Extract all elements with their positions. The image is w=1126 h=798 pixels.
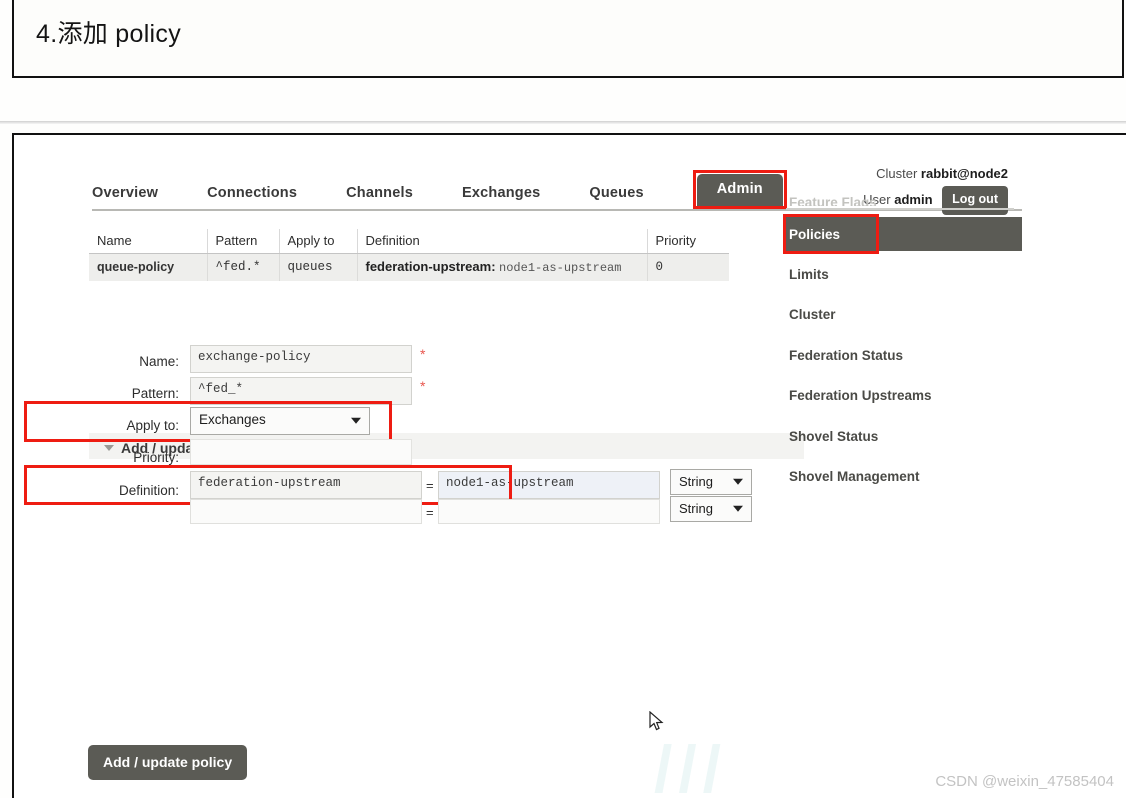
definition-type-value-1: String xyxy=(679,474,713,489)
cell-policy-name[interactable]: queue-policy xyxy=(89,253,208,281)
definition-type-select-2[interactable]: String xyxy=(670,496,752,522)
background-watermark: /// xyxy=(654,732,728,798)
col-name[interactable]: Name xyxy=(89,229,208,254)
definition-type-select-1[interactable]: String xyxy=(670,469,752,495)
user-line: User admin Log out xyxy=(863,185,1008,215)
cluster-label: Cluster xyxy=(876,166,918,181)
add-update-policy-button[interactable]: Add / update policy xyxy=(88,745,248,780)
mouse-cursor-icon xyxy=(649,711,664,731)
chevron-down-icon xyxy=(733,505,743,512)
tab-queues[interactable]: Queues xyxy=(589,179,643,209)
tab-exchanges[interactable]: Exchanges xyxy=(462,179,540,209)
apply-to-field-label: Apply to: xyxy=(126,418,179,433)
user-name: admin xyxy=(894,191,933,207)
sidebar-item-shovel-status[interactable]: Shovel Status xyxy=(789,429,878,444)
screenshot-frame: Overview Connections Channels Exchanges … xyxy=(12,133,1126,798)
cluster-line: Cluster rabbit@node2 xyxy=(863,163,1008,186)
tab-admin[interactable]: Admin xyxy=(696,174,783,206)
chevron-down-icon xyxy=(351,417,361,424)
definition-value: node1-as-upstream xyxy=(499,261,622,275)
definition-value-input-2[interactable] xyxy=(438,499,660,524)
pattern-field-label: Pattern: xyxy=(131,386,179,401)
cell-policy-pattern: ^fed.* xyxy=(207,253,280,281)
cell-policy-priority: 0 xyxy=(647,253,729,281)
chevron-down-icon xyxy=(733,478,743,485)
csdn-watermark: CSDN @weixin_47585404 xyxy=(935,773,1114,790)
cell-policy-definition: federation-upstream: node1-as-upstream xyxy=(357,253,648,281)
definition-key: federation-upstream: xyxy=(365,259,496,274)
sidebar-item-federation-upstreams[interactable]: Federation Upstreams xyxy=(789,388,932,403)
definition-field-label: Definition: xyxy=(118,483,179,498)
priority-input[interactable] xyxy=(190,439,412,465)
sidebar-item-shovel-management[interactable]: Shovel Management xyxy=(789,469,920,484)
name-input[interactable]: exchange-policy xyxy=(190,345,412,373)
name-required-star: * xyxy=(420,346,426,362)
table-row[interactable]: queue-policy ^fed.* queues federation-up… xyxy=(89,253,729,281)
priority-field-label: Priority: xyxy=(133,450,179,465)
sidebar-item-federation-status[interactable]: Federation Status xyxy=(789,348,903,363)
tab-connections[interactable]: Connections xyxy=(207,179,297,209)
tab-channels[interactable]: Channels xyxy=(346,179,413,209)
sidebar-rule xyxy=(786,208,1014,210)
policies-table: Name Pattern Apply to Definition Priorit… xyxy=(89,229,729,281)
tab-overview[interactable]: Overview xyxy=(92,179,158,209)
logout-button[interactable]: Log out xyxy=(942,185,1008,215)
nav-tab-list: Overview Connections Channels Exchanges … xyxy=(92,170,787,209)
sidebar-item-feature-flags[interactable]: Feature Flags xyxy=(789,195,877,206)
pattern-input[interactable]: ^fed_* xyxy=(190,377,412,405)
definition-value-input[interactable]: node1-as-upstream xyxy=(438,471,660,499)
page-root: 4.添加 policy Overview Connections Channel… xyxy=(0,0,1126,798)
definition-equals-1: = xyxy=(426,478,434,493)
definition-key-input-2[interactable] xyxy=(190,499,422,524)
definition-equals-2: = xyxy=(426,505,434,520)
tab-admin-highlight: Admin xyxy=(692,170,787,209)
definition-type-value-2: String xyxy=(679,501,713,516)
section-divider xyxy=(0,121,1126,124)
pattern-required-star: * xyxy=(420,378,426,394)
apply-to-selected-value: Exchanges xyxy=(199,412,266,427)
sidebar-item-policies[interactable]: Policies xyxy=(789,227,840,242)
definition-key-input[interactable]: federation-upstream xyxy=(190,471,422,499)
col-apply-to[interactable]: Apply to xyxy=(279,229,358,254)
page-title: 4.添加 policy xyxy=(36,20,182,48)
cluster-name: rabbit@node2 xyxy=(920,166,1008,181)
apply-to-select[interactable]: Exchanges xyxy=(190,407,370,435)
name-field-label: Name: xyxy=(139,354,179,369)
sidebar-item-cluster[interactable]: Cluster xyxy=(789,307,836,322)
table-header-row: Name Pattern Apply to Definition Priorit… xyxy=(89,229,729,254)
cell-policy-applyto: queues xyxy=(279,253,358,281)
col-priority[interactable]: Priority xyxy=(647,229,729,254)
sidebar-item-limits[interactable]: Limits xyxy=(789,267,829,282)
heading-box: 4.添加 policy xyxy=(12,0,1124,78)
col-definition[interactable]: Definition xyxy=(357,229,648,254)
col-pattern[interactable]: Pattern xyxy=(207,229,280,254)
cluster-user-info: Cluster rabbit@node2 User admin Log out xyxy=(863,163,1008,215)
